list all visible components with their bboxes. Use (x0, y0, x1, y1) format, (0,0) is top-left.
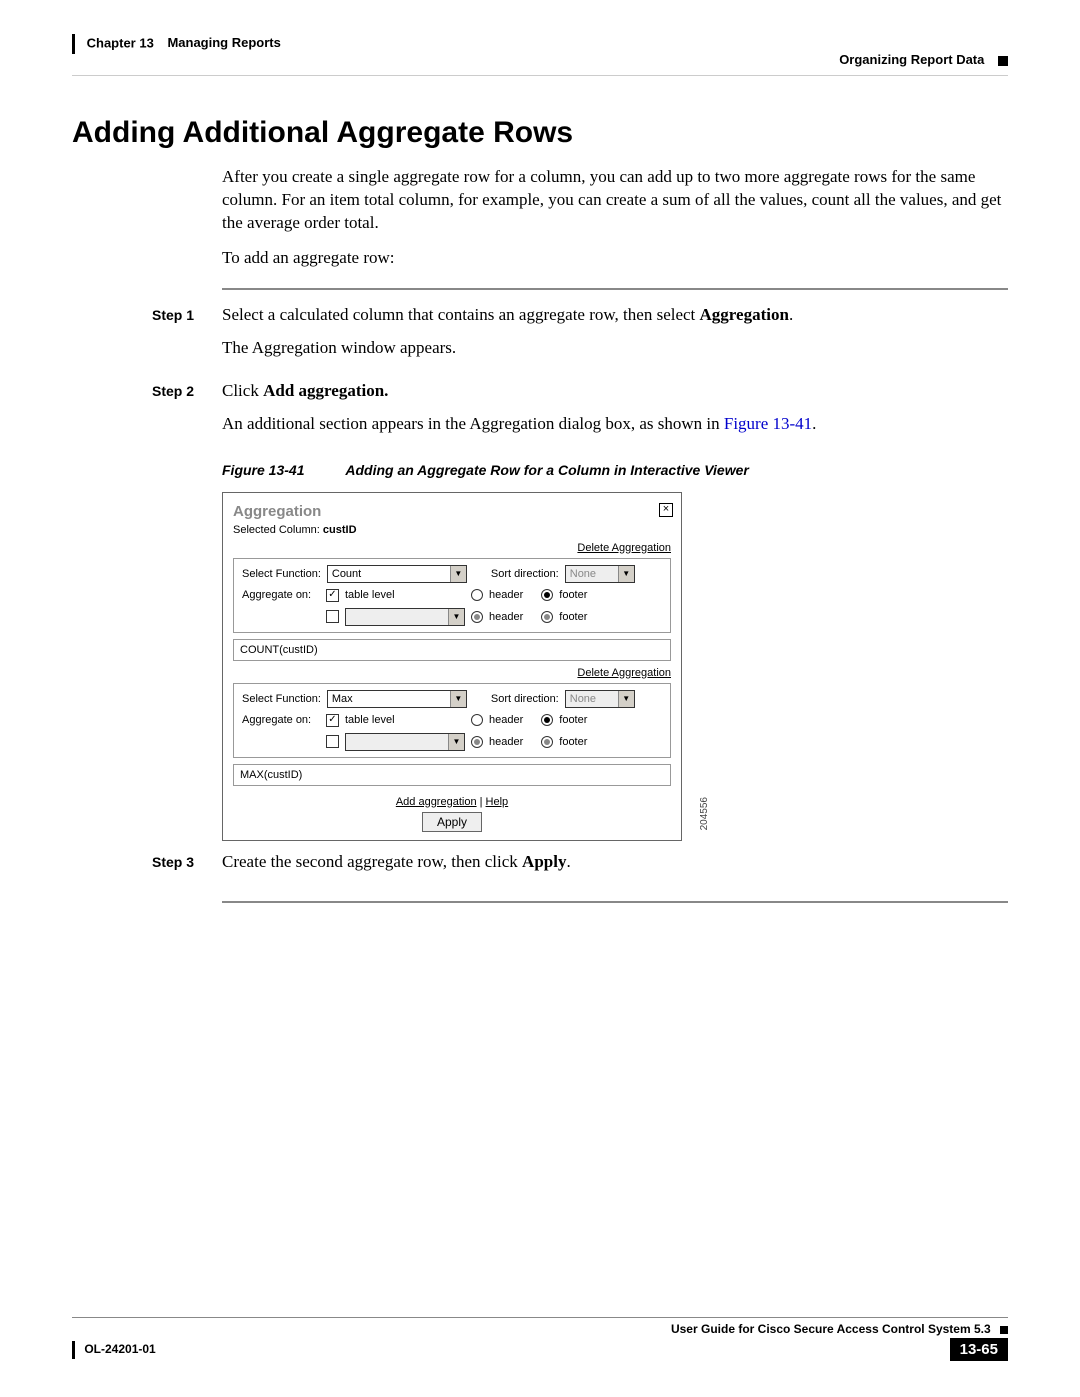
chapter-number: Chapter 13 (87, 35, 154, 50)
header-radio-1b[interactable] (471, 611, 483, 623)
chevron-down-icon: ▼ (618, 566, 634, 582)
chevron-down-icon: ▼ (448, 609, 464, 625)
footer-radio-1b[interactable] (541, 611, 553, 623)
page-title: Adding Additional Aggregate Rows (72, 116, 1008, 150)
step-1-text-1: Select a calculated column that contains… (222, 304, 1008, 327)
step-2-text-1: Click Add aggregation. (222, 380, 1008, 403)
header-radio-2b[interactable] (471, 736, 483, 748)
table-level-label-2: table level (345, 714, 465, 726)
chevron-down-icon: ▼ (450, 566, 466, 582)
page-number: 13-65 (950, 1338, 1008, 1361)
footer-radio-2b[interactable] (541, 736, 553, 748)
figure-number: Figure 13-41 (222, 462, 342, 478)
select-function-combo-1[interactable]: Count ▼ (327, 565, 467, 583)
figure-caption: Figure 13-41 Adding an Aggregate Row for… (222, 462, 1008, 478)
aggregation-dialog: Aggregation × Selected Column: custID De… (222, 492, 682, 841)
group-combo-1[interactable]: ▼ (345, 608, 465, 626)
sort-direction-label-1: Sort direction: (491, 568, 559, 580)
step-1-label: Step 1 (152, 304, 222, 370)
step-3-text-1: Create the second aggregate row, then cl… (222, 851, 1008, 874)
aggregation-block-2: Select Function: Max ▼ Sort direction: N… (233, 683, 671, 758)
page-footer: User Guide for Cisco Secure Access Contr… (72, 1317, 1008, 1357)
step-2-text-2: An additional section appears in the Agg… (222, 413, 1008, 436)
aggregate-on-label-2: Aggregate on: (242, 714, 320, 726)
table-level-checkbox-2[interactable]: ✓ (326, 714, 339, 727)
help-link[interactable]: Help (486, 796, 509, 808)
steps-divider-bottom (222, 901, 1008, 903)
chevron-down-icon: ▼ (618, 691, 634, 707)
apply-button[interactable]: Apply (422, 812, 482, 832)
figure-xref[interactable]: Figure 13-41 (724, 414, 812, 433)
dialog-title: Aggregation (233, 503, 321, 520)
delete-aggregation-link-2[interactable]: Delete Aggregation (223, 667, 681, 679)
chapter-title: Managing Reports (167, 35, 280, 50)
header-right: Organizing Report Data (839, 52, 1008, 67)
group-combo-2[interactable]: ▼ (345, 733, 465, 751)
aggregation-dialog-figure: Aggregation × Selected Column: custID De… (222, 492, 702, 841)
aggregation-block-1: Select Function: Count ▼ Sort direction:… (233, 558, 671, 633)
document-number: OL-24201-01 (72, 1341, 156, 1359)
header-square-icon (998, 56, 1008, 66)
table-level-label-1: table level (345, 589, 465, 601)
select-function-label-1: Select Function: (242, 568, 321, 580)
step-1: Step 1 Select a calculated column that c… (72, 304, 1008, 370)
select-function-label-2: Select Function: (242, 693, 321, 705)
chevron-down-icon: ▼ (450, 691, 466, 707)
intro-block: After you create a single aggregate row … (222, 166, 1008, 270)
chevron-down-icon: ▼ (448, 734, 464, 750)
dialog-footer: Add aggregation | Help Apply (223, 792, 681, 832)
close-icon[interactable]: × (659, 503, 673, 517)
step-1-text-2: The Aggregation window appears. (222, 337, 1008, 360)
header-radio-2a[interactable] (471, 714, 483, 726)
footer-radio-1a[interactable] (541, 589, 553, 601)
group-checkbox-1[interactable] (326, 610, 339, 623)
step-2: Step 2 Click Add aggregation. An additio… (72, 380, 1008, 446)
aggregate-on-label-1: Aggregate on: (242, 589, 320, 601)
step-3-label: Step 3 (152, 851, 222, 884)
footer-guide: User Guide for Cisco Secure Access Contr… (72, 1322, 1008, 1336)
footer-square-icon (1000, 1326, 1008, 1334)
select-function-combo-2[interactable]: Max ▼ (327, 690, 467, 708)
sort-direction-combo-2[interactable]: None ▼ (565, 690, 635, 708)
table-level-checkbox-1[interactable]: ✓ (326, 589, 339, 602)
add-aggregation-link[interactable]: Add aggregation (396, 796, 477, 808)
figure-title: Adding an Aggregate Row for a Column in … (345, 462, 748, 478)
section-name: Organizing Report Data (839, 52, 984, 67)
sort-direction-label-2: Sort direction: (491, 693, 559, 705)
sort-direction-combo-1[interactable]: None ▼ (565, 565, 635, 583)
group-checkbox-2[interactable] (326, 735, 339, 748)
step-2-label: Step 2 (152, 380, 222, 446)
steps-divider-top (222, 288, 1008, 290)
intro-p2: To add an aggregate row: (222, 247, 1008, 270)
step-3: Step 3 Create the second aggregate row, … (72, 851, 1008, 884)
header-radio-1a[interactable] (471, 589, 483, 601)
footer-radio-2a[interactable] (541, 714, 553, 726)
aggregation-result-1: COUNT(custID) (233, 639, 671, 661)
aggregation-result-2: MAX(custID) (233, 764, 671, 786)
intro-p1: After you create a single aggregate row … (222, 166, 1008, 235)
page-header: Chapter 13 Managing Reports Organizing R… (72, 28, 1008, 76)
delete-aggregation-link-1[interactable]: Delete Aggregation (223, 542, 681, 554)
selected-column-row: Selected Column: custID (223, 522, 681, 542)
figure-image-id: 204556 (699, 797, 710, 830)
header-left: Chapter 13 Managing Reports (72, 34, 281, 54)
